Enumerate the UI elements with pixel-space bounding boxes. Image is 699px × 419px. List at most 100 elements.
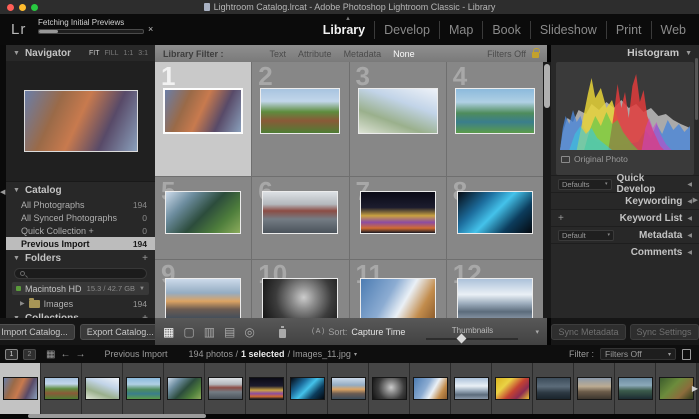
survey-view-icon[interactable]: ▤ xyxy=(224,326,235,338)
grid-photo-cell[interactable]: 7 xyxy=(350,177,446,259)
filmstrip-cell[interactable] xyxy=(615,363,656,414)
filmstrip-cell[interactable] xyxy=(656,363,697,414)
photo-thumbnail[interactable] xyxy=(360,191,436,234)
filter-option[interactable]: Attribute xyxy=(298,49,332,59)
filter-toggle-icon[interactable] xyxy=(682,349,691,360)
toolbar-options-icon[interactable]: ▾ xyxy=(535,328,539,336)
grid-photo-cell[interactable]: 10 xyxy=(252,260,348,318)
filmstrip-thumbnail[interactable] xyxy=(126,377,161,400)
slider-knob[interactable] xyxy=(456,334,466,344)
filmstrip-cell[interactable] xyxy=(533,363,574,414)
filmstrip-thumbnail[interactable] xyxy=(249,377,284,400)
grid-photo-cell[interactable]: 12 xyxy=(447,260,543,318)
filmstrip-scrollbar-thumb[interactable] xyxy=(28,414,206,418)
add-keyword-icon[interactable]: + xyxy=(558,213,564,224)
import-catalog-button[interactable]: Import Catalog... xyxy=(0,324,75,340)
module-tab[interactable]: Library xyxy=(314,21,374,39)
zoom-ratio-option[interactable]: 3:1 xyxy=(138,50,148,57)
main-window-button[interactable]: 1 xyxy=(5,349,18,360)
filmstrip-source[interactable]: Previous Import xyxy=(104,349,167,359)
catalog-list-item[interactable]: All Photographs 194 xyxy=(6,198,155,211)
collapse-top-panel-icon[interactable]: ▲ xyxy=(345,16,351,22)
filmstrip-cell[interactable] xyxy=(451,363,492,414)
grid-view-shortcut-icon[interactable]: ▦ xyxy=(46,349,55,360)
metadata-row[interactable]: Default ▾ Metadata ◀ xyxy=(551,226,699,243)
filmstrip-cell[interactable] xyxy=(492,363,533,414)
filmstrip-thumbnail[interactable] xyxy=(618,377,653,400)
collections-header[interactable]: ▼ Collections + xyxy=(6,310,155,318)
collapse-right-panel-icon[interactable]: ▶ xyxy=(693,196,698,204)
secondary-window-button[interactable]: 2 xyxy=(23,349,36,360)
filmstrip-thumbnail[interactable] xyxy=(290,377,325,400)
add-folder-icon[interactable]: + xyxy=(142,253,148,264)
photo-thumbnail[interactable] xyxy=(165,191,241,234)
filmstrip-cell[interactable] xyxy=(369,363,410,414)
grid-photo-cell[interactable]: 5 xyxy=(155,177,251,259)
filmstrip-cell[interactable] xyxy=(164,363,205,414)
minimize-window-icon[interactable] xyxy=(19,4,26,11)
filmstrip-thumbnail[interactable] xyxy=(577,377,612,400)
zoom-window-icon[interactable] xyxy=(31,4,38,11)
go-back-icon[interactable]: ← xyxy=(60,349,70,360)
compare-view-icon[interactable]: ▥ xyxy=(204,326,215,338)
grid-photo-cell[interactable]: 3 xyxy=(350,62,446,176)
people-view-icon[interactable]: ◎ xyxy=(244,326,254,338)
comments-row[interactable]: Comments ◀ xyxy=(551,243,699,260)
filmstrip-thumbnail[interactable] xyxy=(167,377,202,400)
filmstrip-thumbnail[interactable] xyxy=(44,377,79,400)
quick-develop-row[interactable]: Defaults ▾ Quick Develop ◀ xyxy=(551,175,699,192)
photo-thumbnail[interactable] xyxy=(163,88,243,134)
folder-row[interactable]: ▶ Images 194 xyxy=(6,297,155,310)
close-window-icon[interactable] xyxy=(7,4,14,11)
volume-caret-icon[interactable]: ▼ xyxy=(139,286,145,292)
photo-thumbnail[interactable] xyxy=(358,88,438,134)
filmstrip-cell[interactable] xyxy=(205,363,246,414)
photo-thumbnail[interactable] xyxy=(260,88,340,134)
volume-row[interactable]: Macintosh HD 15.3 / 42.7 GB ▼ xyxy=(12,282,149,295)
photo-thumbnail[interactable] xyxy=(262,191,338,234)
filmstrip-thumbnail[interactable] xyxy=(454,377,489,400)
grid-photo-cell[interactable]: 6 xyxy=(252,177,348,259)
catalog-list-item[interactable]: Quick Collection + 0 xyxy=(6,224,155,237)
filmstrip-thumbnail[interactable] xyxy=(495,377,530,400)
filmstrip-thumbnail[interactable] xyxy=(659,377,694,400)
sort-control[interactable]: ( A ) Sort: Capture Time xyxy=(312,327,406,337)
filmstrip-cell[interactable] xyxy=(328,363,369,414)
painter-spray-icon[interactable] xyxy=(278,325,287,339)
filmstrip-cell[interactable] xyxy=(41,363,82,414)
photo-thumbnail[interactable] xyxy=(165,278,241,318)
filter-lock-icon[interactable] xyxy=(532,52,539,58)
catalog-header[interactable]: ▼ Catalog xyxy=(6,182,155,198)
photo-thumbnail[interactable] xyxy=(457,278,533,318)
metadata-preset-select[interactable]: Default ▾ xyxy=(558,230,614,241)
quick-develop-preset-select[interactable]: Defaults ▾ xyxy=(558,179,612,190)
keywording-row[interactable]: Keywording ◀ xyxy=(551,192,699,209)
filmstrip-cell[interactable] xyxy=(0,363,41,414)
zoom-ratio-option[interactable]: FIT xyxy=(89,50,100,57)
grid-photo-cell[interactable]: 9 xyxy=(155,260,251,318)
filmstrip-scroll-right-icon[interactable]: ▶ xyxy=(692,384,698,393)
grid-scrollbar[interactable] xyxy=(543,62,551,318)
filmstrip-thumbnail[interactable] xyxy=(208,377,243,400)
filmstrip-thumbnail[interactable] xyxy=(3,377,38,400)
filter-option[interactable]: Text xyxy=(270,49,287,59)
folder-search-input[interactable] xyxy=(14,268,147,279)
histogram-header[interactable]: Histogram ▼ xyxy=(551,45,699,61)
sync-metadata-button[interactable]: Sync Metadata xyxy=(551,324,625,340)
loupe-view-icon[interactable]: ▢ xyxy=(183,326,194,338)
sort-direction-icon[interactable]: ( A ) xyxy=(312,328,324,335)
module-tab[interactable]: Book xyxy=(482,21,530,39)
grid-photo-cell[interactable]: 4 xyxy=(447,62,543,176)
filmstrip-thumbnail[interactable] xyxy=(413,377,448,400)
filmstrip-cell[interactable] xyxy=(574,363,615,414)
grid-photo-cell[interactable]: 11 xyxy=(350,260,446,318)
grid-view-icon[interactable]: ▦ xyxy=(163,326,174,338)
module-tab[interactable]: Web xyxy=(651,21,695,39)
filmstrip-cell[interactable] xyxy=(246,363,287,414)
filmstrip-cell[interactable] xyxy=(82,363,123,414)
grid-photo-cell[interactable]: 1 xyxy=(155,62,251,176)
filmstrip-thumbnail[interactable] xyxy=(331,377,366,400)
filter-option[interactable]: Metadata xyxy=(344,49,382,59)
cancel-progress-icon[interactable]: × xyxy=(148,25,153,34)
catalog-list-item[interactable]: All Synced Photographs 0 xyxy=(6,211,155,224)
